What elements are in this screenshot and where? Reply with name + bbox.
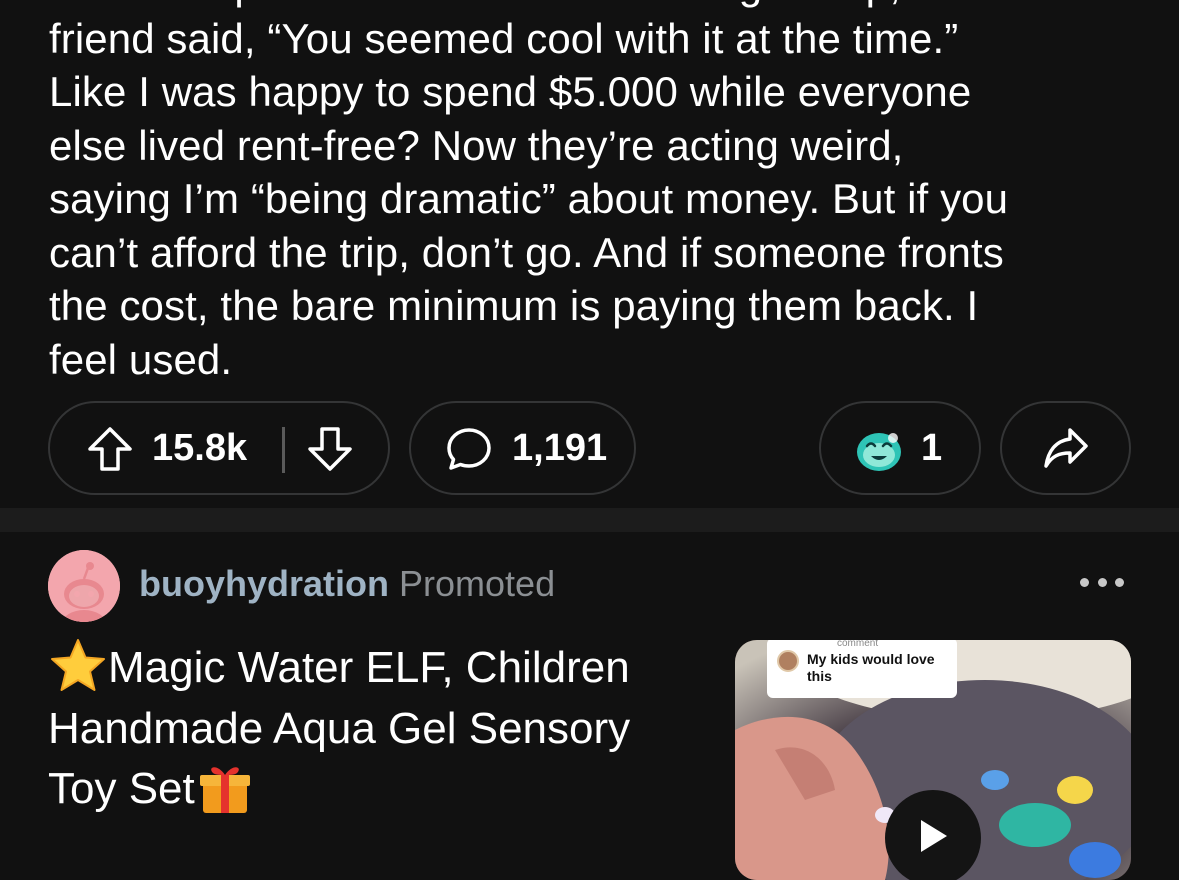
downvote-icon[interactable] xyxy=(306,425,354,473)
more-dot xyxy=(1115,577,1124,587)
vote-control: 15.8k xyxy=(48,401,390,495)
speech-bubble-icon xyxy=(445,425,493,473)
commenter-avatar xyxy=(777,650,799,672)
award-count: 1 xyxy=(921,427,943,469)
vote-score: 15.8k xyxy=(152,427,248,469)
comment-bubble-text: My kids would love this xyxy=(807,651,935,684)
post-card: them has paid me back. When I brought it… xyxy=(0,0,1179,508)
ad-title-text: Magic Water ELF, Children Handmade Aqua … xyxy=(48,643,631,814)
play-icon xyxy=(915,816,951,861)
ad-title[interactable]: Magic Water ELF, Children Handmade Aqua … xyxy=(48,638,688,821)
post-body-text: them has paid me back. When I brought it… xyxy=(49,0,1009,383)
feed-separator xyxy=(0,508,1179,532)
more-dot xyxy=(1080,577,1089,587)
share-arrow-icon xyxy=(1042,424,1090,472)
gift-emoji-icon xyxy=(195,759,255,817)
star-emoji-icon xyxy=(48,637,108,695)
comments-button[interactable]: 1,191 xyxy=(409,401,636,495)
more-dot xyxy=(1097,577,1107,587)
advertiser-avatar[interactable] xyxy=(48,550,120,622)
post-action-bar: 15.8k 1,191 1 xyxy=(48,401,1131,495)
comment-bubble-label: comment xyxy=(837,640,879,649)
share-button[interactable] xyxy=(1000,401,1131,495)
upvote-icon[interactable] xyxy=(86,425,134,473)
advertiser-name[interactable]: buoyhydration xyxy=(139,563,389,604)
promoted-label: Promoted xyxy=(399,563,556,604)
award-icon xyxy=(853,424,905,476)
ad-video-thumbnail[interactable]: comment My kids would love this xyxy=(735,640,1131,880)
comment-count: 1,191 xyxy=(512,427,608,469)
vote-divider xyxy=(282,427,285,473)
promoted-post-card[interactable]: buoyhydration Promoted Magic Water ELF, … xyxy=(0,532,1179,880)
more-options-icon[interactable] xyxy=(1080,572,1124,592)
play-button[interactable] xyxy=(885,790,981,880)
comment-bubble: comment My kids would love this xyxy=(767,640,957,698)
award-button[interactable]: 1 xyxy=(819,401,981,495)
ad-header: buoyhydration Promoted xyxy=(139,562,555,606)
